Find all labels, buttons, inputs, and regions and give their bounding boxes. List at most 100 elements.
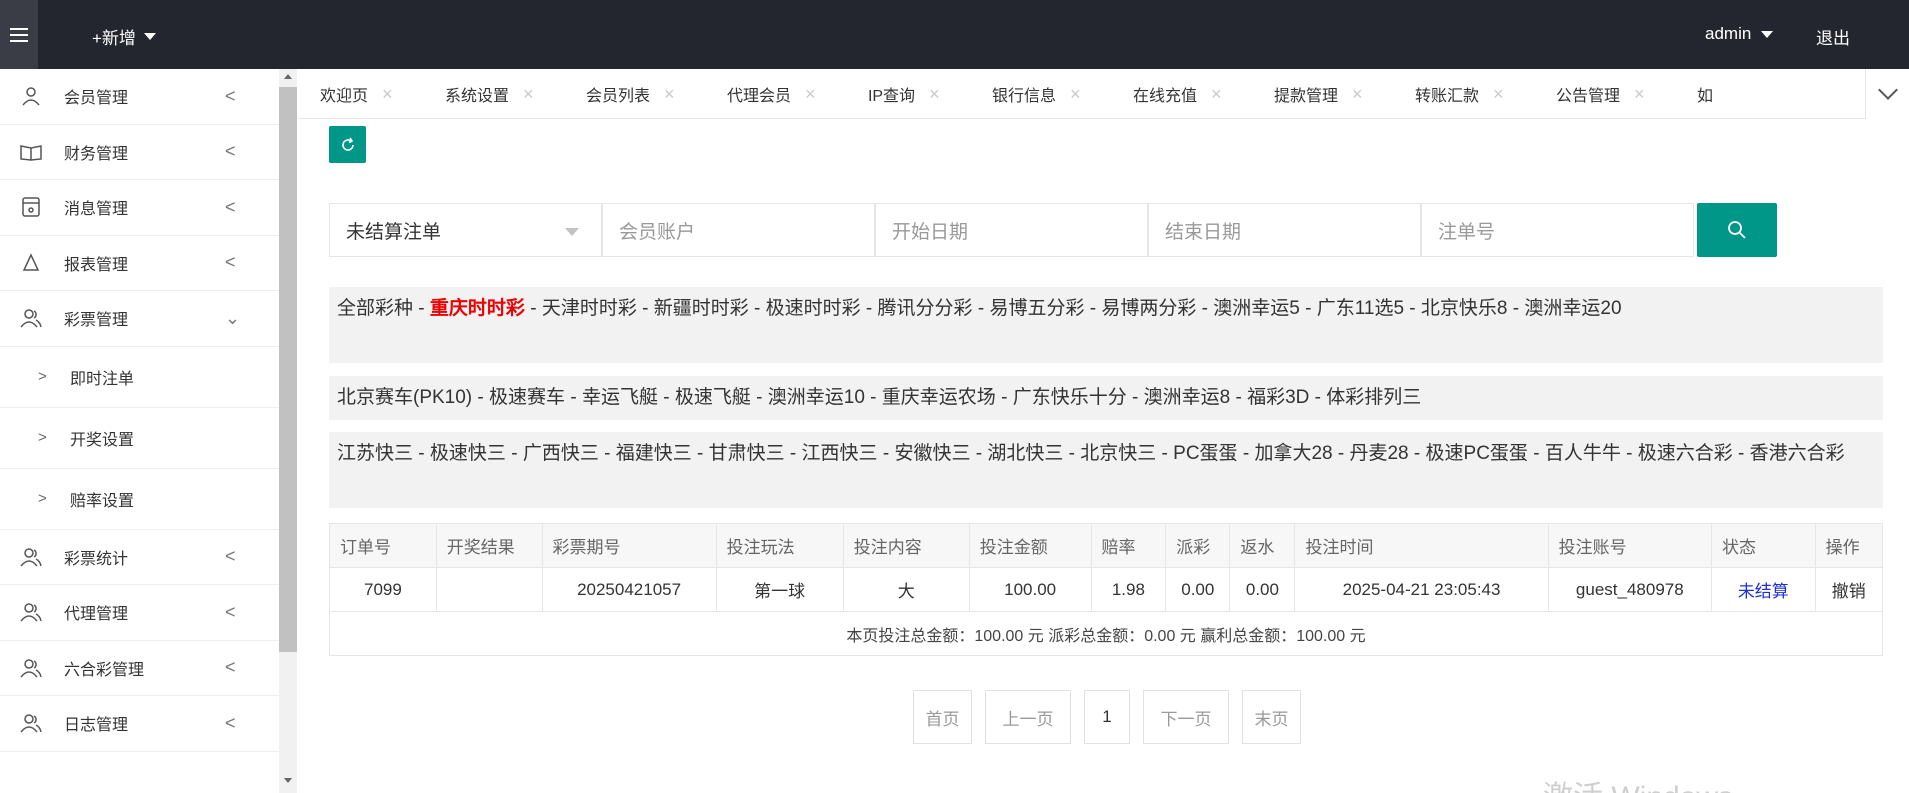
close-icon[interactable]: × bbox=[1493, 84, 1504, 105]
lottery-separator: - bbox=[598, 443, 616, 464]
lottery-filter-link[interactable]: 江苏快三 bbox=[337, 443, 413, 464]
tab-transfers[interactable]: 转账汇款 × bbox=[1414, 69, 1504, 118]
chevron-left-icon: < bbox=[225, 252, 236, 273]
sidebar-item-messages[interactable]: 消息管理 < bbox=[0, 180, 279, 236]
close-icon[interactable]: × bbox=[523, 84, 534, 105]
tab-welcome[interactable]: 欢迎页 × bbox=[320, 69, 393, 118]
scroll-up-icon[interactable] bbox=[284, 74, 292, 79]
lottery-filter-link[interactable]: 易博五分彩 bbox=[989, 298, 1084, 319]
lottery-filter-link[interactable]: 全部彩种 bbox=[337, 298, 413, 319]
order-number-input[interactable]: 注单号 bbox=[1421, 203, 1694, 257]
sidebar-item-lottery[interactable]: 彩票管理 ⌄ bbox=[0, 291, 279, 347]
lottery-filter-link[interactable]: 福建快三 bbox=[616, 443, 692, 464]
tab-member-list[interactable]: 会员列表 × bbox=[586, 69, 675, 118]
tab-partial[interactable]: 如 bbox=[1697, 69, 1713, 118]
lottery-filter-link[interactable]: 极速飞艇 bbox=[675, 387, 751, 408]
sidebar-item-logs[interactable]: 日志管理 < bbox=[0, 696, 279, 752]
lottery-filter-link[interactable]: 澳洲幸运8 bbox=[1144, 387, 1231, 408]
lottery-filter-link[interactable]: 安徽快三 bbox=[894, 443, 970, 464]
sidebar-item-finance[interactable]: 财务管理 < bbox=[0, 125, 279, 180]
sidebar-item-reports[interactable]: 报表管理 < bbox=[0, 236, 279, 291]
lottery-filter-link[interactable]: 新疆时时彩 bbox=[654, 298, 749, 319]
sidebar-item-agents[interactable]: 代理管理 < bbox=[0, 585, 279, 641]
sidebar-subitem-instant-bets[interactable]: > 即时注单 bbox=[0, 347, 279, 408]
close-icon[interactable]: × bbox=[382, 84, 393, 105]
lottery-filter-link[interactable]: 重庆幸运农场 bbox=[882, 387, 996, 408]
lottery-filter-link[interactable]: 天津时时彩 bbox=[542, 298, 637, 319]
lottery-filter-link[interactable]: 江西快三 bbox=[802, 443, 878, 464]
current-page-button[interactable]: 1 bbox=[1084, 690, 1130, 744]
lottery-filter-link[interactable]: 甘肃快三 bbox=[709, 443, 785, 464]
start-date-input[interactable]: 开始日期 bbox=[875, 203, 1148, 257]
lottery-filter-link[interactable]: 极速PC蛋蛋 bbox=[1426, 443, 1528, 464]
sidebar-scrollbar-thumb[interactable] bbox=[279, 87, 297, 652]
close-icon[interactable]: × bbox=[805, 84, 816, 105]
close-icon[interactable]: × bbox=[1211, 84, 1222, 105]
add-new-menu[interactable]: +新增 bbox=[92, 24, 156, 49]
lottery-filter-link[interactable]: 重庆时时彩 bbox=[430, 298, 525, 319]
lottery-filter-link[interactable]: 幸运飞艇 bbox=[582, 387, 658, 408]
cell-draw-result bbox=[435, 567, 543, 612]
lottery-filter-link[interactable]: 极速赛车 bbox=[489, 387, 565, 408]
first-page-button[interactable]: 首页 bbox=[913, 690, 972, 744]
lottery-filter-link[interactable]: 澳洲幸运10 bbox=[768, 387, 865, 408]
tab-system-settings[interactable]: 系统设置 × bbox=[445, 69, 534, 118]
close-icon[interactable]: × bbox=[929, 84, 940, 105]
lottery-filter-link[interactable]: 澳洲幸运5 bbox=[1213, 298, 1300, 319]
close-icon[interactable]: × bbox=[1070, 84, 1081, 105]
tab-online-recharge[interactable]: 在线充值 × bbox=[1133, 69, 1222, 118]
close-icon[interactable]: × bbox=[664, 84, 675, 105]
lottery-filter-link[interactable]: PC蛋蛋 bbox=[1173, 443, 1237, 464]
tab-ip-lookup[interactable]: IP查询 × bbox=[868, 69, 940, 118]
sidebar-item-mark-six[interactable]: 六合彩管理 < bbox=[0, 641, 279, 696]
lottery-filter-link[interactable]: 丹麦28 bbox=[1349, 443, 1408, 464]
tab-withdrawals[interactable]: 提款管理 × bbox=[1274, 69, 1363, 118]
table-header-row: 订单号 开奖结果 彩票期号 投注玩法 投注内容 投注金额 赔率 派彩 返水 投注… bbox=[329, 523, 1884, 568]
lottery-filter-link[interactable]: 加拿大28 bbox=[1254, 443, 1332, 464]
lottery-filter-link[interactable]: 极速六合彩 bbox=[1638, 443, 1733, 464]
end-date-input[interactable]: 结束日期 bbox=[1148, 203, 1421, 257]
sidebar-item-lottery-stats[interactable]: 彩票统计 < bbox=[0, 530, 279, 585]
prev-page-button[interactable]: 上一页 bbox=[985, 690, 1071, 744]
last-page-button[interactable]: 末页 bbox=[1242, 690, 1301, 744]
lottery-filter-link[interactable]: 体彩排列三 bbox=[1326, 387, 1421, 408]
lottery-filter-link[interactable]: 广西快三 bbox=[523, 443, 599, 464]
lottery-filter-link[interactable]: 福彩3D bbox=[1247, 387, 1309, 408]
lottery-filter-link[interactable]: 广东11选5 bbox=[1317, 298, 1404, 319]
tab-more-button[interactable] bbox=[1865, 69, 1909, 119]
menu-toggle-button[interactable] bbox=[0, 0, 38, 69]
lottery-separator: - bbox=[995, 387, 1013, 408]
lottery-filter-link[interactable]: 极速时时彩 bbox=[766, 298, 861, 319]
refresh-button[interactable] bbox=[329, 126, 366, 163]
logout-link[interactable]: 退出 bbox=[1816, 24, 1850, 49]
lottery-filter-link[interactable]: 极速快三 bbox=[430, 443, 506, 464]
lottery-filter-link[interactable]: 广东快乐十分 bbox=[1013, 387, 1127, 408]
sidebar-subitem-draw-settings[interactable]: > 开奖设置 bbox=[0, 408, 279, 469]
lottery-filter-link[interactable]: 北京快三 bbox=[1080, 443, 1156, 464]
lottery-filter-link[interactable]: 北京赛车(PK10) bbox=[337, 387, 472, 408]
status-link[interactable]: 未结算 bbox=[1711, 567, 1816, 612]
user-menu[interactable]: admin bbox=[1705, 24, 1774, 44]
lottery-filter-link[interactable]: 腾讯分分彩 bbox=[878, 298, 973, 319]
tab-bank-info[interactable]: 银行信息 × bbox=[992, 69, 1081, 118]
close-icon[interactable]: × bbox=[1352, 84, 1363, 105]
lottery-filter-link[interactable]: 易博两分彩 bbox=[1101, 298, 1196, 319]
search-button[interactable] bbox=[1697, 203, 1777, 257]
lottery-filter-link[interactable]: 百人牛牛 bbox=[1545, 443, 1621, 464]
tab-label: 转账汇款 bbox=[1414, 88, 1479, 105]
chevron-left-icon: < bbox=[225, 196, 236, 217]
lottery-filter-link[interactable]: 香港六合彩 bbox=[1750, 443, 1845, 464]
lottery-filter-link[interactable]: 北京快乐8 bbox=[1421, 298, 1508, 319]
next-page-button[interactable]: 下一页 bbox=[1143, 690, 1229, 744]
sidebar-item-members[interactable]: 会员管理 < bbox=[0, 69, 279, 125]
tab-announcements[interactable]: 公告管理 × bbox=[1556, 69, 1645, 118]
tab-agent-members[interactable]: 代理会员 × bbox=[727, 69, 816, 118]
cancel-bet-button[interactable]: 撤销 bbox=[1814, 567, 1884, 612]
status-select[interactable]: 未结算注单 bbox=[329, 203, 602, 257]
scroll-down-icon[interactable] bbox=[284, 778, 292, 783]
lottery-filter-link[interactable]: 湖北快三 bbox=[987, 443, 1063, 464]
member-account-input[interactable]: 会员账户 bbox=[602, 203, 875, 257]
sidebar-subitem-odds-settings[interactable]: > 赔率设置 bbox=[0, 469, 279, 530]
lottery-filter-link[interactable]: 澳洲幸运20 bbox=[1524, 298, 1621, 319]
close-icon[interactable]: × bbox=[1634, 84, 1645, 105]
